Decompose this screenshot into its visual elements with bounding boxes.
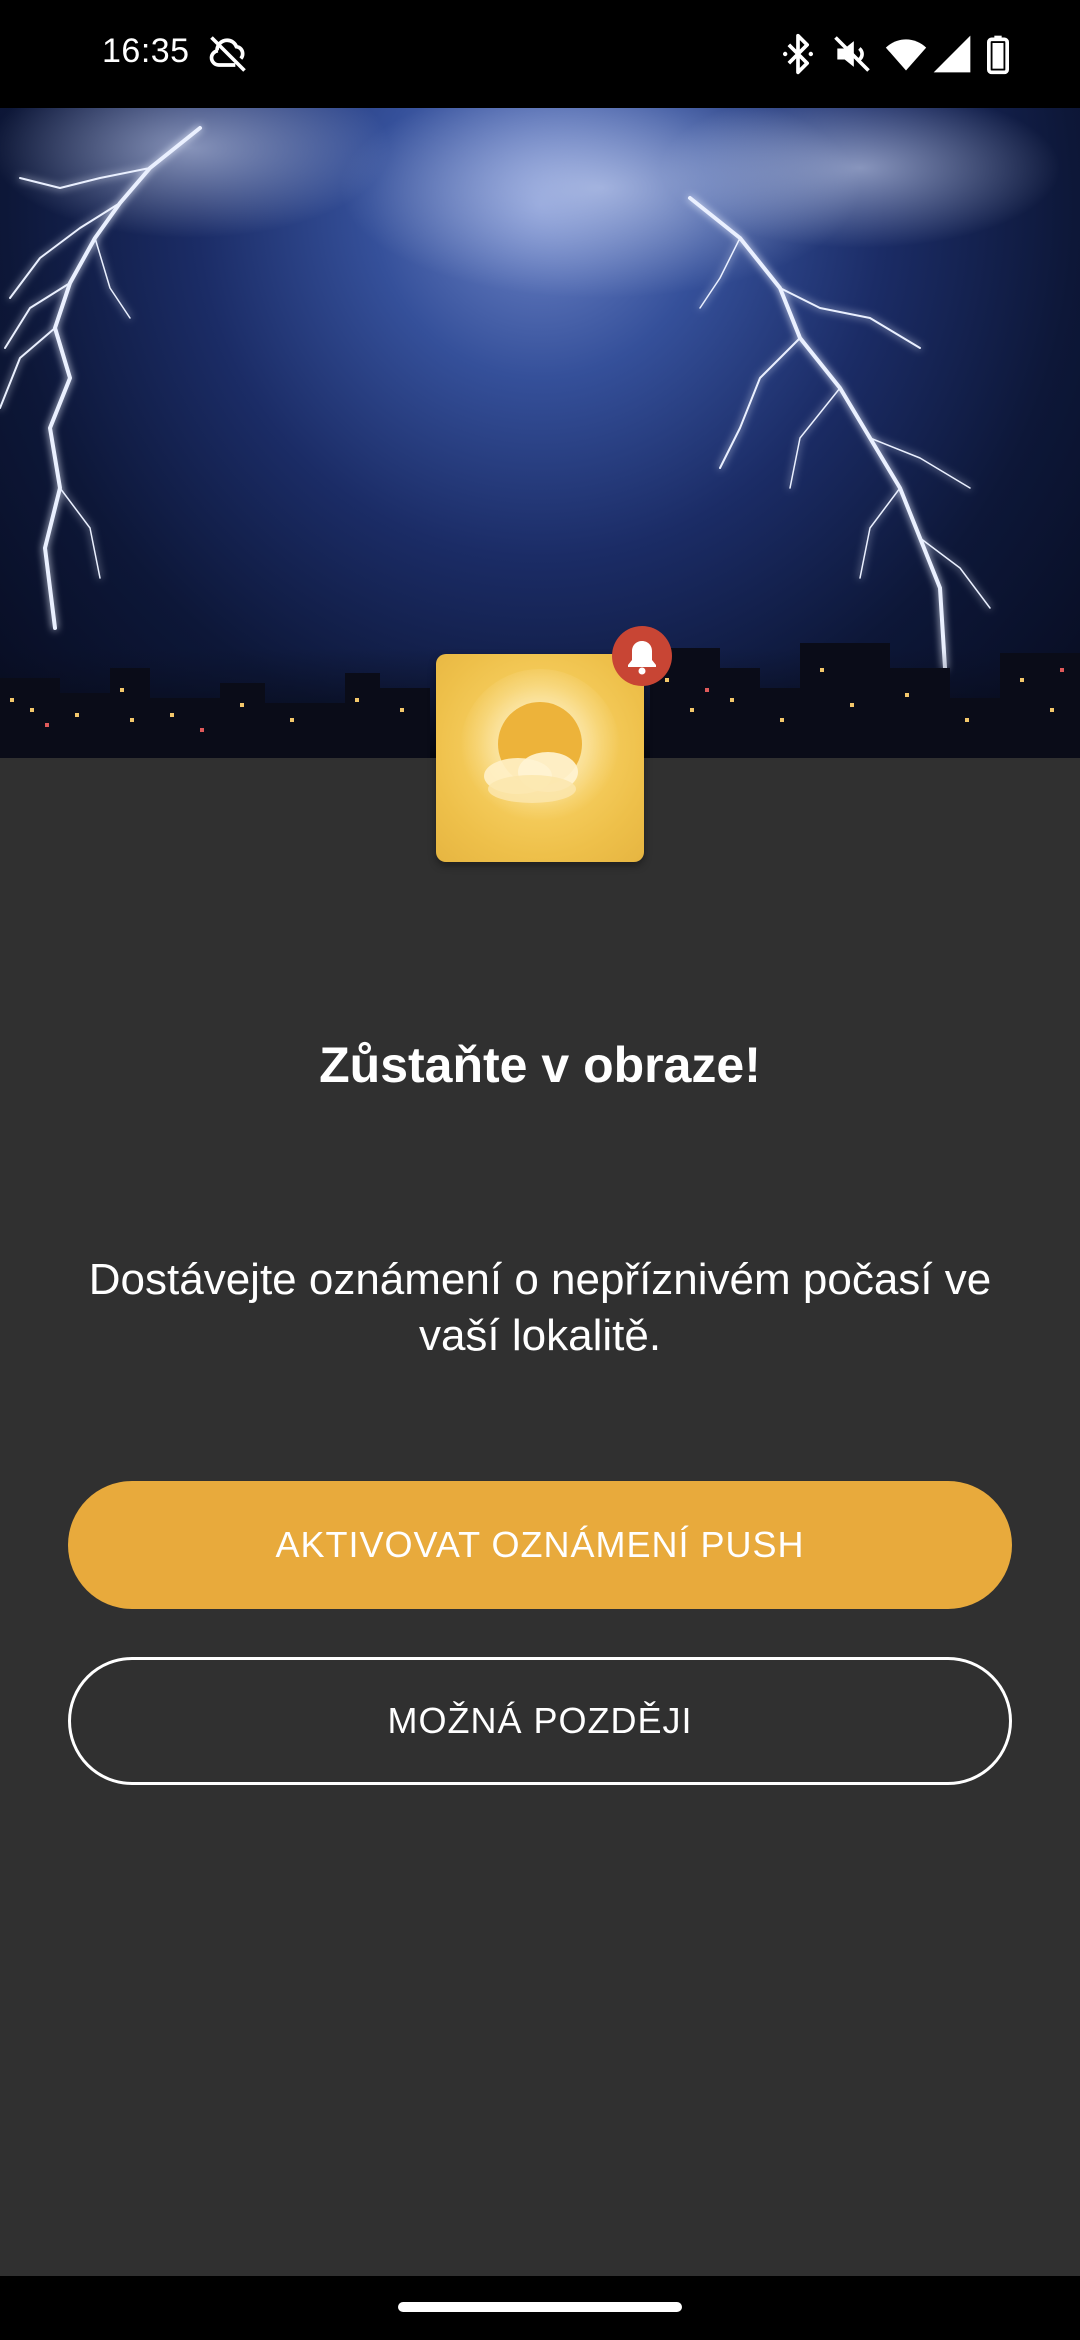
description: Dostávejte oznámení o nepříznivém počasí… bbox=[88, 1255, 992, 1360]
volume-mute-icon bbox=[830, 32, 874, 76]
sync-off-icon bbox=[206, 32, 250, 76]
status-time: 16:35 bbox=[102, 32, 190, 70]
cellular-signal-icon bbox=[930, 32, 974, 76]
bell-icon bbox=[628, 641, 656, 675]
home-indicator[interactable] bbox=[398, 2302, 682, 2312]
navigation-bar bbox=[0, 2276, 1080, 2340]
bluetooth-icon bbox=[776, 32, 820, 76]
headline: Zůstaňte v obraze! bbox=[319, 1037, 761, 1093]
maybe-later-button[interactable]: MOŽNÁ POZDĚJI bbox=[68, 1657, 1012, 1785]
activate-push-button[interactable]: AKTIVOVAT OZNÁMENÍ PUSH bbox=[68, 1481, 1012, 1609]
notification-badge bbox=[612, 626, 672, 686]
status-bar: 16:35 bbox=[0, 0, 1080, 108]
battery-icon bbox=[976, 32, 1020, 76]
wifi-icon bbox=[884, 32, 928, 76]
